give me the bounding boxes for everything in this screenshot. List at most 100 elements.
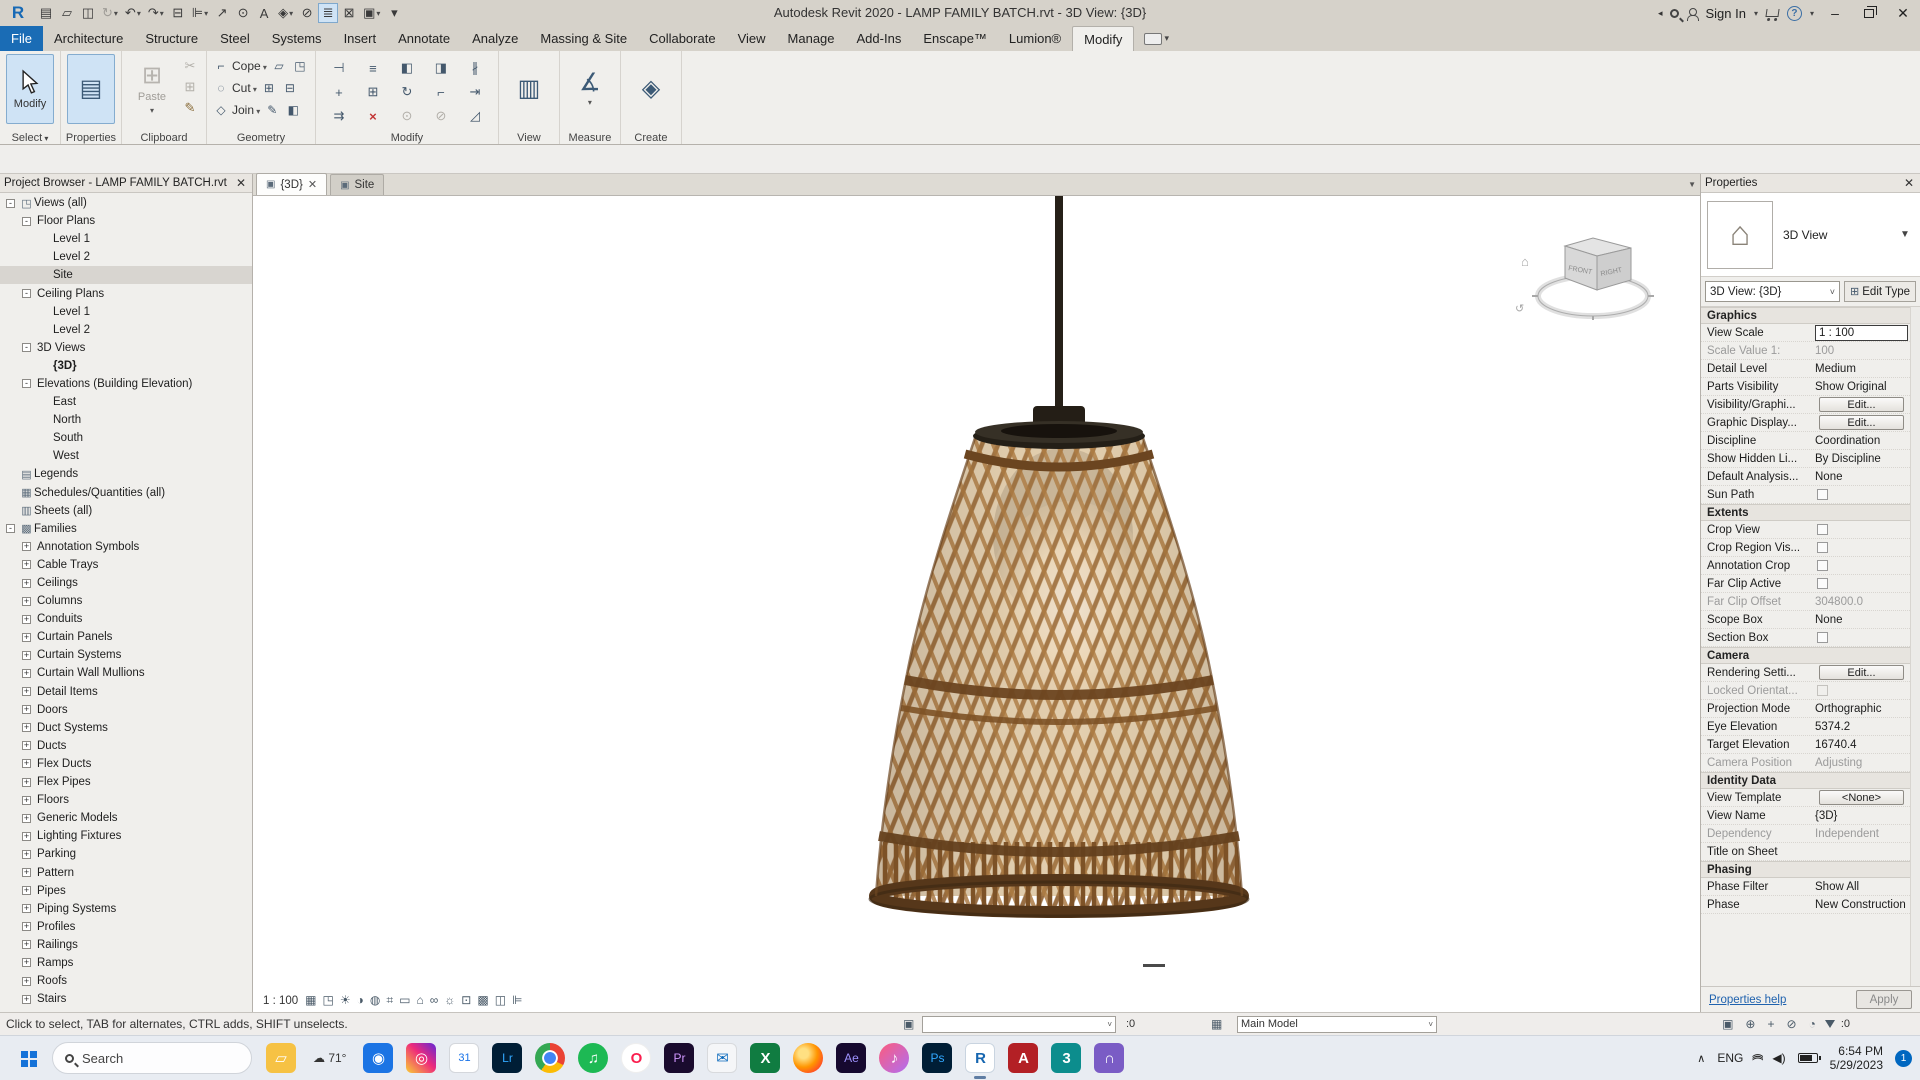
tree-item[interactable]: + Railings — [0, 936, 252, 954]
tree-item[interactable]: South — [0, 429, 252, 447]
properties-help-link[interactable]: Properties help — [1709, 994, 1786, 1006]
firefox-icon[interactable] — [793, 1043, 824, 1073]
tree-item[interactable]: East — [0, 393, 252, 411]
default-3d-view-icon[interactable]: ◈ — [275, 3, 296, 23]
tree-expander-icon[interactable]: - — [6, 524, 15, 534]
property-row[interactable]: Scope Box None None None — [1701, 611, 1920, 629]
filter-icon[interactable] — [1824, 1020, 1835, 1028]
tree-expander-icon[interactable]: + — [22, 705, 31, 715]
tree-expander-icon[interactable]: + — [22, 868, 31, 878]
geometry-extra-icon[interactable]: ◧ — [284, 103, 302, 117]
tree-item[interactable]: + Floors — [0, 791, 252, 809]
editing-requests-count[interactable]: :0 — [1126, 1018, 1135, 1030]
shadows-icon[interactable]: ◑ — [357, 993, 364, 1008]
property-row[interactable]: View Template <None> <None> <None> — [1701, 789, 1920, 807]
property-row[interactable]: Camera — [1701, 647, 1920, 664]
viewcube[interactable]: FRONT RIGHT ⌂ ↺ — [1515, 237, 1654, 320]
sign-in-button[interactable]: Sign In — [1705, 6, 1745, 21]
measure-icon[interactable]: ⊫ — [189, 3, 211, 23]
tree-expander-icon[interactable]: - — [6, 198, 15, 208]
geometry-extra-icon[interactable]: ⊞ — [260, 81, 278, 95]
property-value-input[interactable]: 1 : 100 — [1815, 324, 1908, 341]
close-button[interactable]: ✕ — [1890, 2, 1916, 24]
switch-windows-icon[interactable]: ▣ — [360, 3, 383, 23]
instagram-icon[interactable]: ◎ — [406, 1043, 437, 1073]
tree-expander-icon[interactable]: + — [22, 632, 31, 642]
revit-icon[interactable]: R — [965, 1043, 996, 1079]
sign-in-dropdown-icon[interactable]: ▾ — [1754, 9, 1758, 18]
property-row[interactable]: Section Box — [1701, 629, 1920, 647]
property-edit-button[interactable]: Edit... — [1818, 665, 1905, 680]
project-browser-header[interactable]: Project Browser - LAMP FAMILY BATCH.rvt … — [0, 174, 252, 193]
camera-app-icon[interactable]: ◉ — [363, 1043, 394, 1073]
tree-expander-icon[interactable]: + — [22, 976, 31, 986]
tree-item[interactable]: Level 2 — [0, 321, 252, 339]
redo-icon[interactable]: ↷ — [145, 3, 167, 23]
property-row[interactable]: Detail Level Medium Medium Medium — [1701, 360, 1920, 378]
tree-item[interactable]: + Parking — [0, 845, 252, 863]
undo-icon[interactable]: ↶ — [122, 3, 144, 23]
render-dialog-icon[interactable]: ◍ — [370, 993, 380, 1008]
tree-expander-icon[interactable]: + — [22, 759, 31, 769]
exclude-options-icon[interactable]: ⊘ — [1787, 1017, 1797, 1031]
tree-item[interactable]: North — [0, 411, 252, 429]
tree-item[interactable]: + Curtain Panels — [0, 628, 252, 646]
tree-expander-icon[interactable]: + — [22, 723, 31, 733]
worksharing-display-icon[interactable]: ▩ — [477, 993, 488, 1008]
tree-item[interactable]: ▤ Legends — [0, 465, 252, 483]
close-view-tab-icon[interactable]: ✕ — [308, 178, 317, 191]
property-row[interactable]: Default Analysis... None None None — [1701, 468, 1920, 486]
viewcube-home-icon[interactable]: ⌂ — [1521, 254, 1529, 269]
tree-item[interactable]: - Elevations (Building Elevation) — [0, 375, 252, 393]
weather-widget[interactable]: ☁ 71° — [309, 1043, 350, 1073]
wifi-icon[interactable]: ))) — [1752, 1056, 1764, 1061]
temporary-hide-isolate-icon[interactable]: ☼ — [444, 993, 455, 1008]
tree-item[interactable]: + Curtain Systems — [0, 646, 252, 664]
tree-item[interactable]: Site — [0, 266, 252, 285]
detail-level-icon[interactable]: ◳ — [323, 993, 334, 1008]
tree-expander-icon[interactable]: + — [22, 542, 31, 552]
create-group-button[interactable]: ◈ — [627, 54, 675, 124]
property-row[interactable]: Crop View — [1701, 521, 1920, 539]
tree-item[interactable]: Level 2 — [0, 248, 252, 266]
tree-expander-icon[interactable]: + — [22, 994, 31, 1004]
worksets-icon[interactable]: ▣ — [903, 1017, 914, 1031]
tree-item[interactable]: Level 1 — [0, 303, 252, 321]
tag-icon[interactable]: ⊙ — [233, 3, 253, 23]
autocad-icon[interactable]: A — [1008, 1043, 1039, 1073]
reveal-hidden-elements-icon[interactable]: ∞ — [430, 993, 439, 1008]
tree-item[interactable]: + Roofs — [0, 972, 252, 990]
ribbon-tab[interactable]: Annotate — [387, 26, 461, 51]
tree-item[interactable]: + Cable Trays — [0, 556, 252, 574]
apply-button[interactable]: Apply — [1856, 990, 1912, 1009]
search-icon[interactable] — [1670, 8, 1680, 18]
property-row[interactable]: Phase New Construction New Construction … — [1701, 896, 1920, 914]
property-row[interactable]: Crop Region Vis... — [1701, 539, 1920, 557]
ribbon-tab[interactable]: Enscape™ — [912, 26, 998, 51]
tree-item[interactable]: + Ramps — [0, 954, 252, 972]
active-workset-dropdown[interactable]: ˅ — [922, 1015, 1116, 1033]
tree-item[interactable]: + Conduits — [0, 610, 252, 628]
tree-expander-icon[interactable]: + — [22, 904, 31, 914]
ribbon-tab[interactable]: Architecture — [43, 26, 134, 51]
clock[interactable]: 6:54 PM 5/29/2023 — [1830, 1044, 1883, 1072]
property-row[interactable]: View Name {3D} {3D} {3D} — [1701, 807, 1920, 825]
rotate-icon[interactable]: ↻ — [397, 83, 417, 102]
user-account-icon[interactable] — [1687, 8, 1700, 21]
cut-geometry-button[interactable]: ◌ Cut ⊞ ⊟ — [213, 77, 309, 99]
view-tab[interactable]: ▣ Site — [330, 174, 385, 195]
properties-header[interactable]: Properties ✕ — [1701, 174, 1920, 193]
trim-corner-icon[interactable]: ⌐ — [431, 83, 451, 102]
tree-expander-icon[interactable]: + — [22, 813, 31, 823]
tree-item[interactable]: + Ducts — [0, 737, 252, 755]
property-row[interactable]: Extents — [1701, 504, 1920, 521]
help-icon[interactable]: ? — [1786, 5, 1802, 21]
property-checkbox[interactable] — [1817, 542, 1828, 553]
copy-icon[interactable]: ⊞ — [363, 83, 383, 102]
measure-constraints-icon[interactable]: ⊫ — [512, 993, 522, 1008]
taskbar-search[interactable]: Search — [52, 1042, 252, 1074]
mirror-pick-axis-icon[interactable]: ◧ — [397, 59, 417, 78]
tree-item[interactable]: + Profiles — [0, 918, 252, 936]
property-row[interactable]: Locked Orientat... — [1701, 682, 1920, 700]
property-row[interactable]: Sun Path — [1701, 486, 1920, 504]
